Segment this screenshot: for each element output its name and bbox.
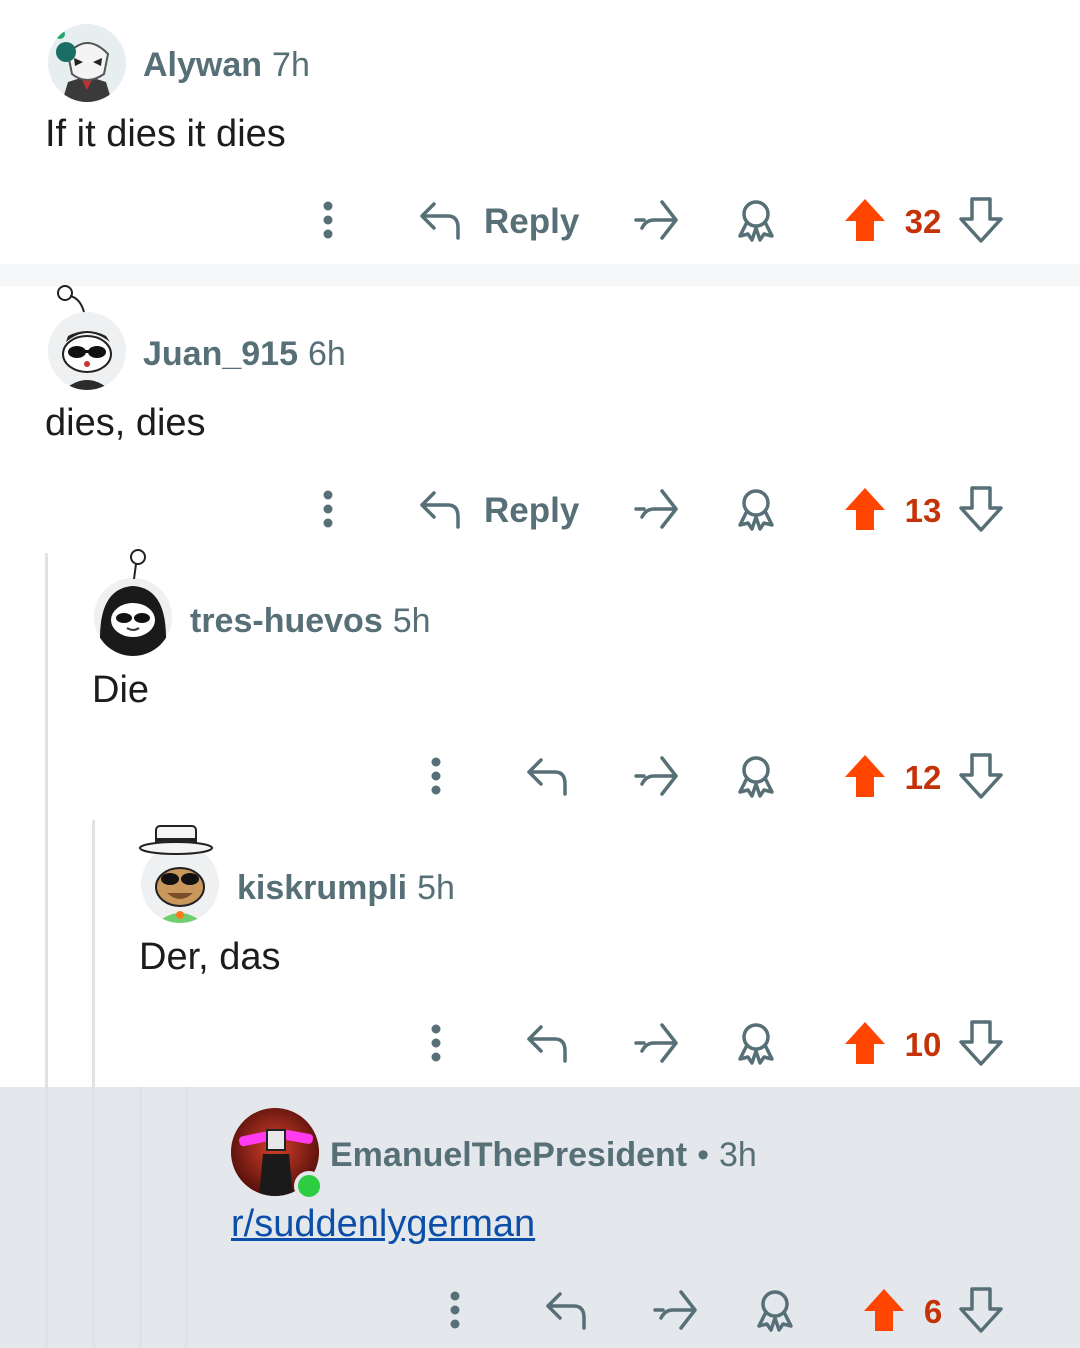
avatar[interactable] bbox=[94, 578, 172, 656]
downvote-arrow-icon[interactable] bbox=[959, 486, 1003, 532]
award-icon[interactable] bbox=[753, 1288, 797, 1332]
comment-body: If it dies it dies bbox=[45, 113, 286, 155]
more-vertical-icon[interactable] bbox=[424, 756, 448, 796]
more-vertical-icon[interactable] bbox=[316, 489, 340, 529]
upvote-arrow-icon[interactable] bbox=[843, 1020, 887, 1066]
reply-arrow-icon[interactable] bbox=[544, 1290, 588, 1330]
thread-line[interactable] bbox=[185, 1087, 188, 1348]
timestamp: 6h bbox=[308, 335, 346, 373]
downvote-arrow-icon[interactable] bbox=[959, 1287, 1003, 1333]
comment-meta: tres-huevos 5h bbox=[190, 602, 431, 641]
timestamp: 7h bbox=[272, 46, 310, 84]
upvote-arrow-icon[interactable] bbox=[843, 197, 887, 243]
reply-arrow-icon bbox=[420, 491, 460, 529]
vote-score: 32 bbox=[904, 203, 942, 240]
comment-body: Die bbox=[92, 669, 150, 711]
timestamp: 5h bbox=[392, 602, 431, 640]
comment-meta: EmanuelThePresident • 3h bbox=[330, 1136, 757, 1175]
comment-meta: Juan_915 6h bbox=[143, 335, 346, 374]
share-icon[interactable] bbox=[632, 754, 680, 798]
vote-score: 6 bbox=[923, 1293, 943, 1330]
thread-line[interactable] bbox=[92, 820, 95, 1348]
avatar-antenna-icon bbox=[130, 549, 146, 580]
reply-arrow-icon[interactable] bbox=[525, 756, 569, 796]
downvote-arrow-icon[interactable] bbox=[959, 197, 1003, 243]
upvote-arrow-icon[interactable] bbox=[843, 486, 887, 532]
avatar-antenna-icon bbox=[57, 285, 85, 313]
hat-icon bbox=[139, 825, 213, 855]
username[interactable]: Juan_915 bbox=[143, 335, 298, 373]
share-icon[interactable] bbox=[651, 1288, 699, 1332]
avatar[interactable] bbox=[48, 312, 126, 390]
reply-label: Reply bbox=[484, 202, 580, 241]
online-status-indicator bbox=[294, 1171, 324, 1201]
reply-label: Reply bbox=[484, 491, 580, 530]
more-vertical-icon[interactable] bbox=[424, 1023, 448, 1063]
award-icon[interactable] bbox=[734, 754, 778, 798]
upvote-arrow-icon[interactable] bbox=[843, 753, 887, 799]
timestamp: 5h bbox=[417, 869, 455, 907]
comment-body: Der, das bbox=[139, 936, 281, 978]
subreddit-link[interactable]: r/suddenlygerman bbox=[231, 1203, 535, 1245]
award-icon[interactable] bbox=[734, 198, 778, 242]
comment-separator bbox=[0, 264, 1080, 286]
thread-line[interactable] bbox=[45, 553, 48, 1348]
share-icon[interactable] bbox=[632, 1021, 680, 1065]
thread-line[interactable] bbox=[139, 1087, 142, 1348]
reply-arrow-icon bbox=[420, 202, 460, 240]
comment-meta: kiskrumpli 5h bbox=[237, 869, 455, 908]
username[interactable]: Alywan bbox=[143, 46, 262, 84]
share-icon[interactable] bbox=[632, 198, 680, 242]
meta-separator: • bbox=[697, 1136, 710, 1174]
share-icon[interactable] bbox=[632, 487, 680, 531]
username[interactable]: EmanuelThePresident bbox=[330, 1136, 687, 1174]
more-vertical-icon[interactable] bbox=[316, 200, 340, 240]
username[interactable]: kiskrumpli bbox=[237, 869, 407, 907]
downvote-arrow-icon[interactable] bbox=[959, 753, 1003, 799]
comment-body: dies, dies bbox=[45, 402, 206, 444]
vote-score: 10 bbox=[904, 1026, 942, 1063]
vote-score: 12 bbox=[904, 759, 942, 796]
vote-score: 13 bbox=[904, 492, 942, 529]
avatar[interactable] bbox=[48, 24, 126, 102]
timestamp: 3h bbox=[719, 1136, 757, 1174]
more-vertical-icon[interactable] bbox=[443, 1290, 467, 1330]
award-icon[interactable] bbox=[734, 487, 778, 531]
comment-meta: Alywan 7h bbox=[143, 46, 310, 85]
award-icon[interactable] bbox=[734, 1021, 778, 1065]
downvote-arrow-icon[interactable] bbox=[959, 1020, 1003, 1066]
comment-body: r/suddenlygerman bbox=[231, 1203, 535, 1246]
reply-arrow-icon[interactable] bbox=[525, 1023, 569, 1063]
username[interactable]: tres-huevos bbox=[190, 602, 383, 640]
